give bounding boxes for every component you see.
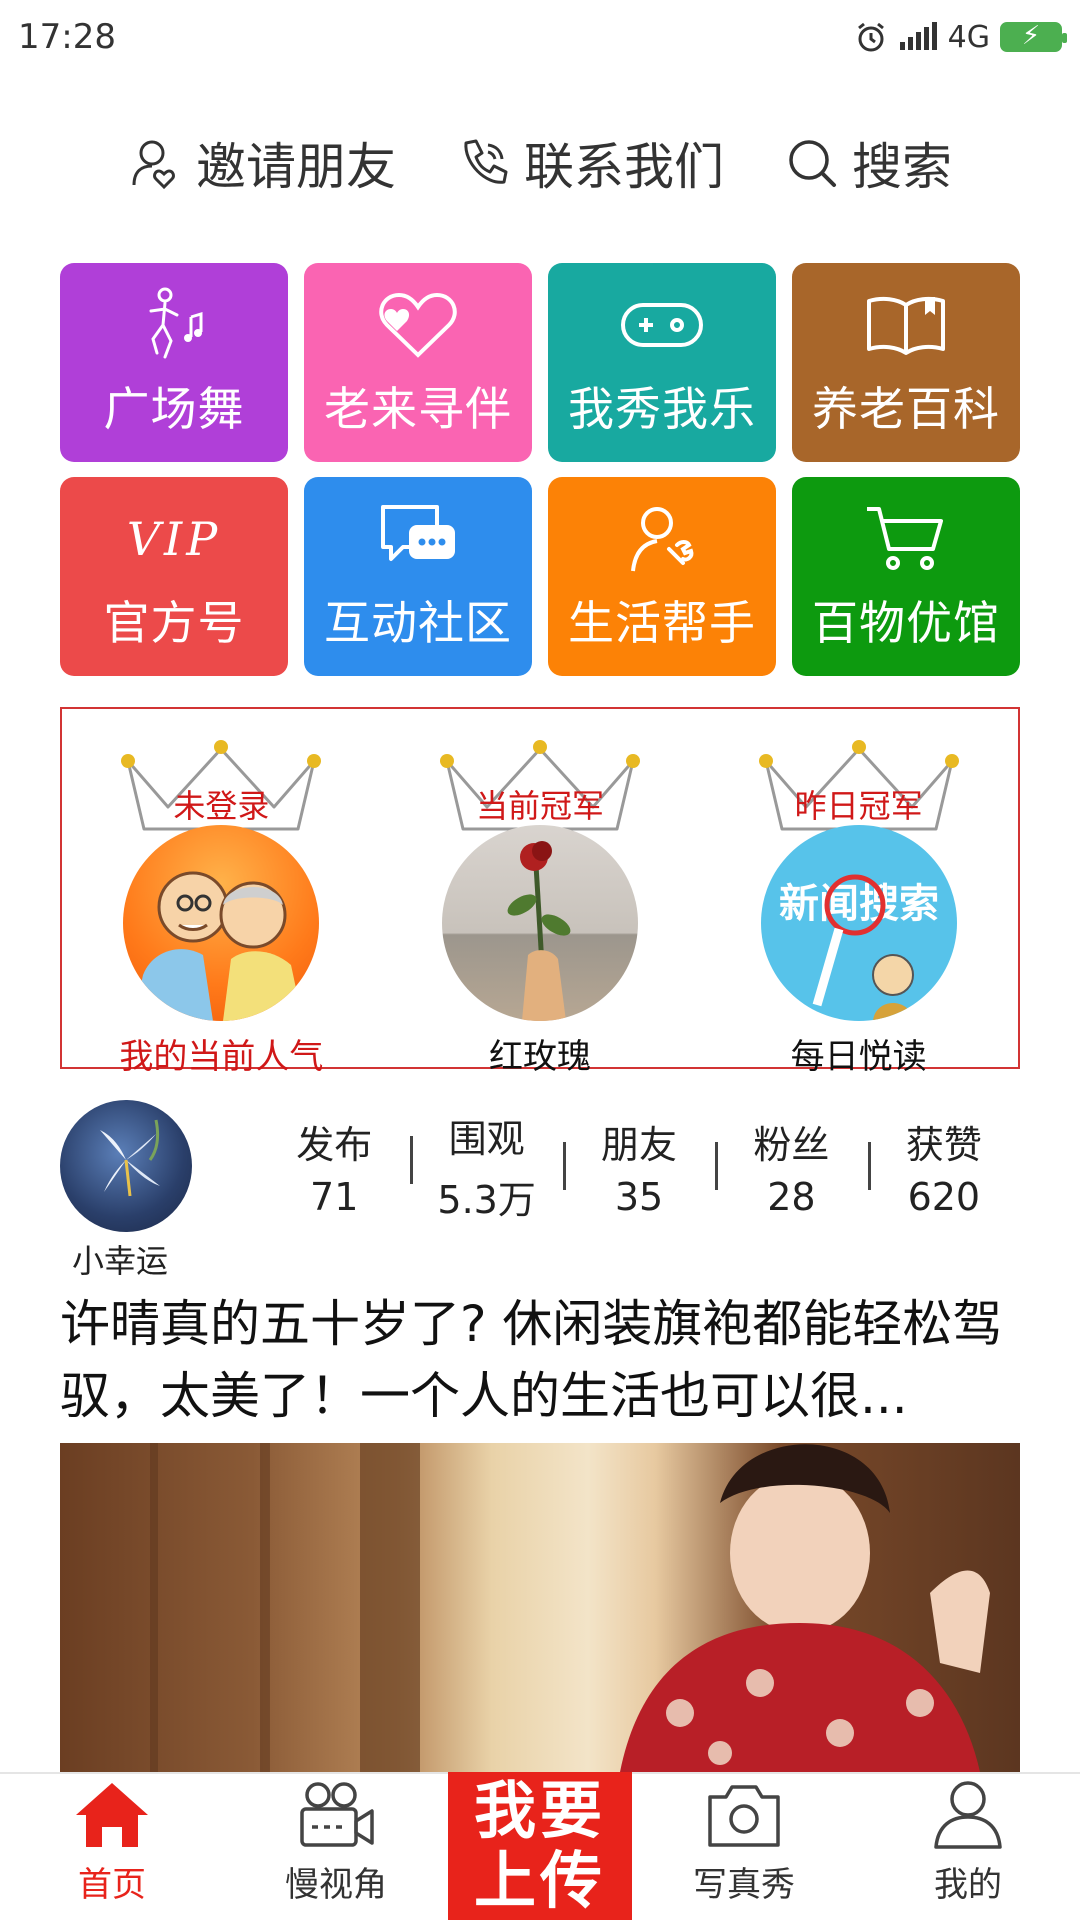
tile-shop[interactable]: 百物优馆 — [792, 477, 1020, 676]
search-icon — [789, 140, 836, 187]
nav-label: 首页 — [78, 1865, 146, 1905]
network-label: 4G — [947, 19, 990, 55]
user-profile-row: 小幸运 发布 71 围观 5.3万 朋友 35 粉丝 28 获赞 620 — [60, 1098, 1020, 1280]
stat-friends[interactable]: 朋友 35 — [562, 1114, 715, 1219]
phone-icon — [464, 139, 508, 184]
tile-find-partner[interactable]: 老来寻伴 — [304, 263, 532, 462]
tile-life-helper[interactable]: 生活帮手 — [548, 477, 776, 676]
article-title[interactable]: 许晴真的五十岁了? 休闲装旗袍都能轻松驾驭，太美了！一个人的生活也可以很... — [60, 1288, 1020, 1434]
avatar[interactable] — [60, 1100, 192, 1232]
cart-icon — [867, 506, 943, 570]
nav-home[interactable]: 首页 — [0, 1774, 224, 1920]
stat-posts[interactable]: 发布 71 — [258, 1114, 410, 1219]
upload-label-line1: 我要 — [473, 1774, 606, 1847]
helper-icon — [631, 506, 694, 571]
signal-icon — [899, 22, 937, 50]
rank-my-popularity[interactable]: 未登录 我的当前人气 — [91, 737, 351, 1078]
heart-icon — [379, 292, 457, 358]
invite-user-icon — [132, 140, 175, 190]
alarm-icon — [857, 22, 884, 52]
tile-square-dance[interactable]: 广场舞 — [60, 263, 288, 462]
nav-label: 我的 — [934, 1865, 1002, 1905]
tile-elderly-encyclopedia[interactable]: 养老百科 — [792, 263, 1020, 462]
stat-fans[interactable]: 粉丝 28 — [715, 1114, 867, 1219]
stat-value: 5.3万 — [437, 1178, 536, 1222]
rank-label: 我的当前人气 — [119, 1037, 324, 1077]
rose-avatar — [441, 825, 638, 1021]
crown-text: 当前冠军 — [475, 787, 604, 825]
crown-icon: 昨日冠军 — [754, 737, 964, 833]
contact-us-label: 联系我们 — [524, 138, 724, 196]
battery-icon: ⚡ — [1000, 21, 1067, 52]
article-image[interactable] — [60, 1443, 1020, 1772]
search-button[interactable]: 搜索 — [784, 127, 952, 199]
tile-label: 互动社区 — [324, 595, 512, 650]
status-time: 17:28 — [18, 17, 116, 57]
nav-label: 写真秀 — [693, 1865, 795, 1905]
ranking-panel: 未登录 我的当前人气 当前冠军 红玫瑰 昨日冠军 新闻搜索 每日悦读 — [60, 707, 1020, 1077]
tile-show-fun[interactable]: 我秀我乐 — [548, 263, 776, 462]
dancer-icon — [149, 287, 203, 358]
stat-label: 朋友 — [601, 1122, 678, 1167]
book-icon — [867, 296, 945, 355]
tile-label: 生活帮手 — [568, 595, 756, 650]
news-search-text: 新闻搜索 — [779, 881, 939, 927]
user-name: 小幸运 — [72, 1242, 169, 1280]
contact-us-button[interactable]: 联系我们 — [456, 127, 724, 199]
user-icon — [934, 1781, 1002, 1849]
upload-label-line2: 上传 — [473, 1844, 606, 1917]
elderly-couple-avatar — [123, 825, 320, 1021]
vip-icon: VIP — [126, 511, 222, 566]
rank-label: 红玫瑰 — [488, 1037, 591, 1077]
invite-friends-button[interactable]: 邀请朋友 — [128, 127, 396, 199]
video-camera-icon — [300, 1782, 374, 1847]
feature-tiles: 广场舞 老来寻伴 我秀我乐 养老百科 VIP 官方号 互动社区 生活帮手 百物优… — [60, 263, 1020, 676]
nav-label: 慢视角 — [285, 1865, 387, 1905]
status-bar: 17:28 4G ⚡ — [0, 0, 1080, 74]
nav-mine[interactable]: 我的 — [856, 1774, 1080, 1920]
rank-current-champion[interactable]: 当前冠军 红玫瑰 — [410, 737, 670, 1078]
bottom-navigation: 首页 慢视角 我要 上传 写真秀 我的 — [0, 1772, 1080, 1920]
user-stats: 发布 71 围观 5.3万 朋友 35 粉丝 28 获赞 620 — [258, 1106, 1020, 1226]
home-icon — [76, 1783, 148, 1847]
crown-text: 昨日冠军 — [794, 787, 923, 825]
tile-official[interactable]: VIP 官方号 — [60, 477, 288, 676]
tile-label: 我秀我乐 — [568, 381, 756, 436]
nav-video[interactable]: 慢视角 — [224, 1774, 448, 1920]
stat-label: 获赞 — [905, 1122, 982, 1167]
upload-button[interactable]: 我要 上传 — [448, 1772, 632, 1920]
stat-value: 71 — [310, 1174, 359, 1219]
nav-photo[interactable]: 写真秀 — [632, 1774, 856, 1920]
stat-label: 粉丝 — [753, 1122, 830, 1167]
crown-icon: 当前冠军 — [435, 737, 645, 833]
top-actions: 邀请朋友 联系我们 搜索 — [0, 118, 1080, 208]
stat-likes[interactable]: 获赞 620 — [867, 1114, 1020, 1219]
status-icons: 4G ⚡ — [854, 19, 1067, 55]
crown-icon: 未登录 — [116, 737, 326, 833]
tile-label: 百物优馆 — [812, 595, 1000, 650]
gamepad-icon — [621, 302, 703, 347]
stat-views[interactable]: 围观 5.3万 — [410, 1108, 562, 1224]
invite-friends-label: 邀请朋友 — [196, 138, 396, 196]
stat-value: 28 — [767, 1174, 816, 1219]
chat-icon — [381, 504, 455, 561]
tile-label: 老来寻伴 — [324, 381, 512, 436]
tile-label: 广场舞 — [103, 381, 245, 436]
tile-label: 官方号 — [103, 595, 245, 650]
tile-label: 养老百科 — [812, 381, 1000, 436]
search-label: 搜索 — [852, 138, 952, 196]
news-search-avatar: 新闻搜索 — [760, 825, 957, 1021]
camera-icon — [708, 1785, 780, 1847]
stat-label: 围观 — [448, 1117, 525, 1161]
stat-value: 35 — [614, 1174, 664, 1219]
crown-text: 未登录 — [173, 787, 270, 825]
tile-community[interactable]: 互动社区 — [304, 477, 532, 676]
rank-label: 每日悦读 — [790, 1037, 927, 1077]
stat-value: 620 — [907, 1174, 981, 1219]
stat-label: 发布 — [296, 1122, 373, 1167]
rank-yesterday-champion[interactable]: 昨日冠军 新闻搜索 每日悦读 — [729, 737, 989, 1078]
